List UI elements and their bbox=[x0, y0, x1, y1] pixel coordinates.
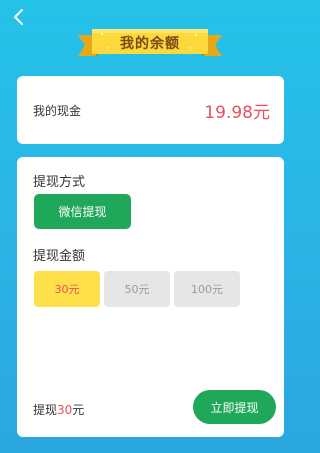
withdraw-card: 提现方式 微信提现 提现金额 30元 50元 100元 提现30元 立即提现 bbox=[17, 157, 284, 437]
summary-prefix: 提现 bbox=[33, 403, 58, 417]
balance-card: 我的现金 19.98元 bbox=[17, 76, 284, 144]
amount-option-30[interactable]: 30元 bbox=[34, 271, 100, 307]
withdraw-summary: 提现30元 bbox=[33, 401, 84, 418]
amount-option-100[interactable]: 100元 bbox=[174, 271, 240, 307]
summary-amount: 30 bbox=[57, 403, 73, 417]
back-button[interactable] bbox=[8, 6, 30, 28]
title-banner: 我的余额 bbox=[78, 26, 222, 60]
chevron-left-icon bbox=[14, 9, 23, 25]
balance-label: 我的现金 bbox=[33, 104, 82, 118]
withdraw-amount-title: 提现金额 bbox=[33, 249, 86, 264]
amount-option-50[interactable]: 50元 bbox=[104, 271, 170, 307]
balance-value: 19.98元 bbox=[204, 103, 270, 123]
wechat-withdraw-button[interactable]: 微信提现 bbox=[34, 194, 131, 229]
page-title: 我的余额 bbox=[120, 36, 180, 52]
withdraw-method-title: 提现方式 bbox=[33, 175, 86, 190]
summary-suffix: 元 bbox=[72, 403, 85, 417]
withdraw-now-button[interactable]: 立即提现 bbox=[193, 390, 276, 424]
